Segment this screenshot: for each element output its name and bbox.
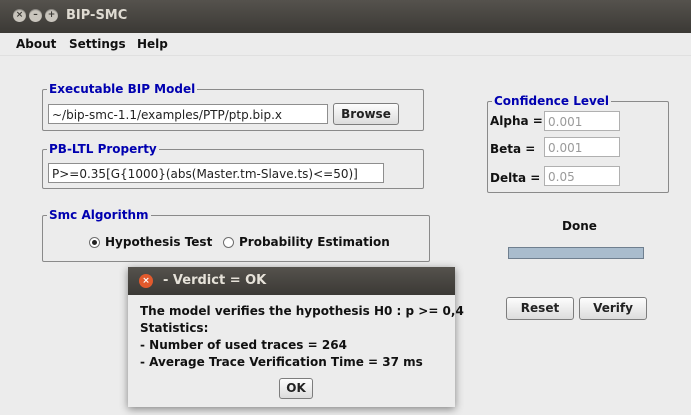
- delta-input[interactable]: 0.05: [544, 166, 620, 186]
- property-input[interactable]: P>=0.35[G{1000}(abs(Master.tm-Slave.ts)<…: [48, 163, 384, 183]
- dialog-traces-count: - Number of used traces = 264: [140, 338, 347, 352]
- ok-button[interactable]: OK: [279, 378, 313, 399]
- verify-button[interactable]: Verify: [579, 297, 647, 320]
- menu-bar: About Settings Help: [0, 33, 691, 56]
- status-text: Done: [562, 219, 597, 233]
- hypothesis-test-radio[interactable]: [89, 237, 100, 248]
- minimize-window-icon[interactable]: –: [29, 9, 42, 22]
- property-title: PB-LTL Property: [47, 142, 159, 156]
- executable-model-title: Executable BIP Model: [47, 82, 198, 96]
- close-window-icon[interactable]: ×: [13, 9, 26, 22]
- menu-about[interactable]: About: [16, 37, 56, 51]
- algorithm-title: Smc Algorithm: [47, 208, 151, 222]
- window-title-bar: × – + BIP-SMC: [0, 0, 691, 33]
- alpha-input[interactable]: 0.001: [544, 111, 620, 131]
- dialog-title-bar: × - Verdict = OK: [128, 267, 455, 295]
- beta-label: Beta =: [490, 142, 536, 156]
- probability-estimation-label: Probability Estimation: [239, 235, 390, 249]
- beta-input[interactable]: 0.001: [544, 137, 620, 157]
- delta-label: Delta =: [490, 171, 541, 185]
- verdict-dialog: × - Verdict = OK The model verifies the …: [128, 267, 464, 407]
- progress-bar: [508, 247, 644, 259]
- alpha-label: Alpha =: [490, 114, 543, 128]
- hypothesis-test-label: Hypothesis Test: [105, 235, 213, 249]
- dialog-statistics-label: Statistics:: [140, 321, 209, 335]
- dialog-title: - Verdict = OK: [163, 273, 267, 288]
- maximize-window-icon[interactable]: +: [45, 9, 58, 22]
- menu-settings[interactable]: Settings: [69, 37, 126, 51]
- dialog-message: The model verifies the hypothesis H0 : p…: [140, 304, 464, 318]
- confidence-title: Confidence Level: [492, 94, 612, 108]
- menu-help[interactable]: Help: [137, 37, 168, 51]
- model-path-input[interactable]: ~/bip-smc-1.1/examples/PTP/ptp.bip.x: [48, 104, 328, 124]
- probability-estimation-radio[interactable]: [223, 237, 234, 248]
- window-title: BIP-SMC: [66, 8, 128, 23]
- browse-button[interactable]: Browse: [333, 103, 399, 125]
- reset-button[interactable]: Reset: [506, 297, 574, 320]
- dialog-close-icon[interactable]: ×: [139, 274, 153, 288]
- dialog-average-time: - Average Trace Verification Time = 37 m…: [140, 355, 423, 369]
